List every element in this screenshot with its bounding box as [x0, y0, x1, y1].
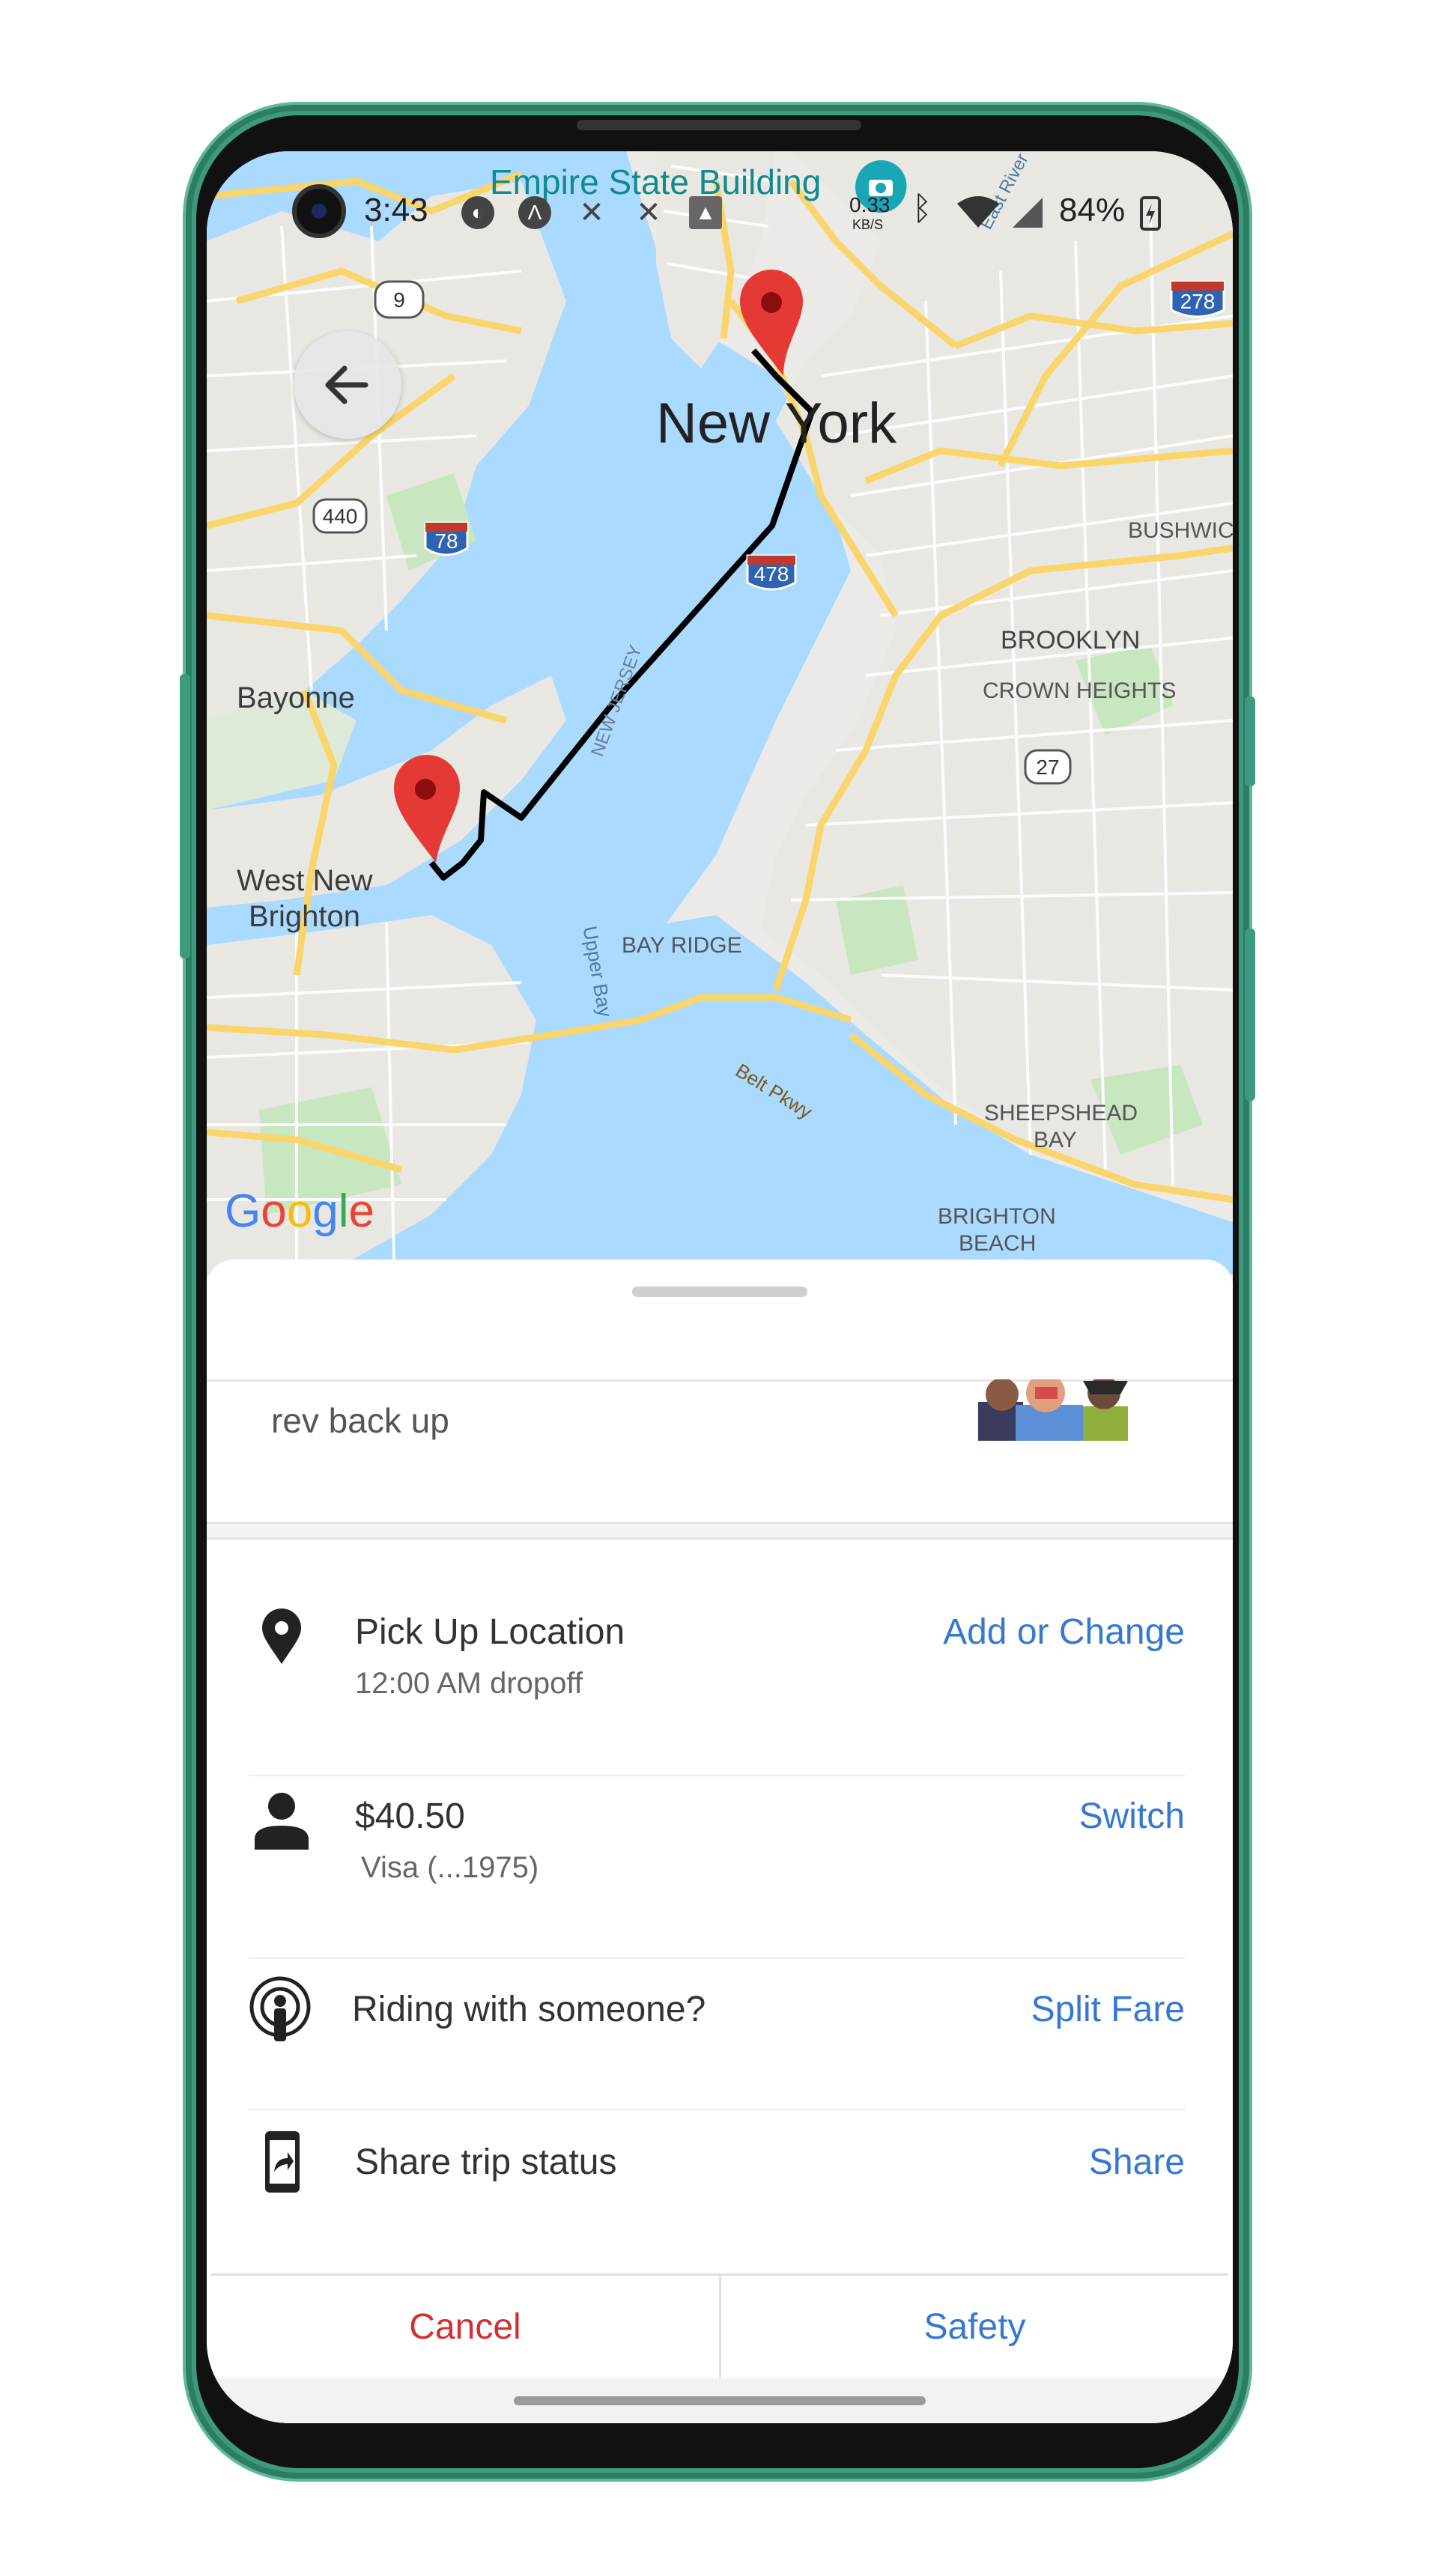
- share-trip-title: Share trip status: [355, 2142, 617, 2182]
- map-view[interactable]: 9 440 27 9A 78 478 278: [207, 151, 1233, 1275]
- pickup-title: Pick Up Location: [355, 1612, 625, 1652]
- front-camera: [292, 184, 346, 238]
- arrow-left-icon: [325, 365, 368, 404]
- label-west-new-brighton-1: West New: [237, 864, 373, 897]
- add-or-change-button[interactable]: Add or Change: [943, 1611, 1185, 1653]
- label-bay-ridge: BAY RIDGE: [622, 933, 742, 958]
- fare-amount: $40.50: [355, 1796, 465, 1836]
- side-button-left: [180, 674, 190, 959]
- split-fare-title: Riding with someone?: [352, 1990, 706, 2029]
- share-phone-icon: [265, 2131, 300, 2193]
- shield-78-text: 78: [434, 529, 458, 553]
- shield-478-text: 478: [754, 562, 789, 586]
- bluetooth-icon: ᛒ: [912, 190, 932, 227]
- city-label-new-york: New York: [656, 392, 897, 455]
- destination-pin[interactable]: [740, 270, 803, 376]
- label-brighton-2: BEACH: [959, 1231, 1037, 1256]
- notification-icon-3: ✕: [579, 196, 604, 229]
- home-gesture-pill[interactable]: [514, 2396, 926, 2405]
- label-brooklyn: BROOKLYN: [1001, 626, 1141, 654]
- status-time: 3:43: [364, 192, 428, 228]
- podcast-person-icon: [249, 1976, 311, 2041]
- section-separator: [207, 1522, 1233, 1540]
- safety-button[interactable]: Safety: [721, 2276, 1228, 2378]
- signal-icon: [1013, 198, 1043, 228]
- battery-icon: [1140, 196, 1161, 231]
- side-button-right: [1245, 929, 1255, 1101]
- system-nav-bar: [207, 2378, 1233, 2423]
- shield-440-text: 440: [323, 505, 358, 528]
- label-sheepshead-2: BAY: [1034, 1128, 1077, 1152]
- share-button[interactable]: Share: [1089, 2142, 1185, 2183]
- ride-bottom-sheet: rev back up Pick Up Location 12:00 AM dr…: [207, 1260, 1233, 2423]
- wifi-icon: [957, 196, 999, 228]
- label-bayonne: Bayonne: [237, 681, 355, 714]
- shield-9-text: 9: [393, 288, 405, 312]
- label-west-new-brighton-2: Brighton: [249, 900, 360, 933]
- row-divider: [249, 2109, 1185, 2110]
- promo-text: rev back up: [271, 1401, 449, 1440]
- person-icon: [255, 1793, 309, 1850]
- payment-row[interactable]: $40.50 Visa (...1975) Switch: [249, 1773, 1185, 1923]
- label-bushwick: BUSHWIC: [1128, 518, 1233, 543]
- cancel-button[interactable]: Cancel: [211, 2276, 719, 2378]
- shield-27-text: 27: [1036, 756, 1059, 779]
- location-pin-icon: [262, 1609, 301, 1664]
- battery-percent: 84%: [1059, 192, 1126, 228]
- switch-payment-button[interactable]: Switch: [1079, 1796, 1185, 1837]
- status-bar: 3:43 ◐ Λ ✕ ✕ ▲ 0.33 KB/S ᛒ 84%: [207, 151, 1233, 256]
- share-trip-row[interactable]: Share trip status Share: [249, 2112, 1185, 2261]
- earpiece-speaker: [577, 120, 861, 130]
- side-button-right-top: [1245, 696, 1255, 786]
- label-brighton-1: BRIGHTON: [938, 1204, 1056, 1229]
- notification-icon-4: ✕: [636, 196, 661, 229]
- split-fare-button[interactable]: Split Fare: [1031, 1989, 1185, 2030]
- label-sheepshead-1: SHEEPSHEAD: [984, 1101, 1138, 1126]
- image-icon: ▲: [689, 196, 722, 229]
- payment-method: Visa (...1975): [361, 1851, 539, 1884]
- phone-screen: 9 440 27 9A 78 478 278: [207, 151, 1233, 2423]
- split-fare-row[interactable]: Riding with someone? Split Fare: [249, 1959, 1185, 2109]
- back-button[interactable]: [294, 331, 401, 439]
- notification-icon-1: ◐: [461, 196, 494, 229]
- pickup-location-row[interactable]: Pick Up Location 12:00 AM dropoff Add or…: [249, 1589, 1185, 1739]
- shield-278-text: 278: [1180, 290, 1216, 313]
- google-logo: Google: [225, 1185, 374, 1237]
- sheet-drag-handle[interactable]: [632, 1287, 807, 1297]
- footer-buttons: Cancel Safety: [211, 2273, 1228, 2378]
- notification-icon-2: Λ: [518, 196, 551, 229]
- label-crown-heights: CROWN HEIGHTS: [983, 678, 1177, 703]
- pickup-subtitle: 12:00 AM dropoff: [355, 1667, 583, 1700]
- net-speed-value: 0.33: [849, 193, 891, 216]
- people-illustration: [978, 1379, 1128, 1441]
- net-speed-unit: KB/S: [852, 217, 884, 232]
